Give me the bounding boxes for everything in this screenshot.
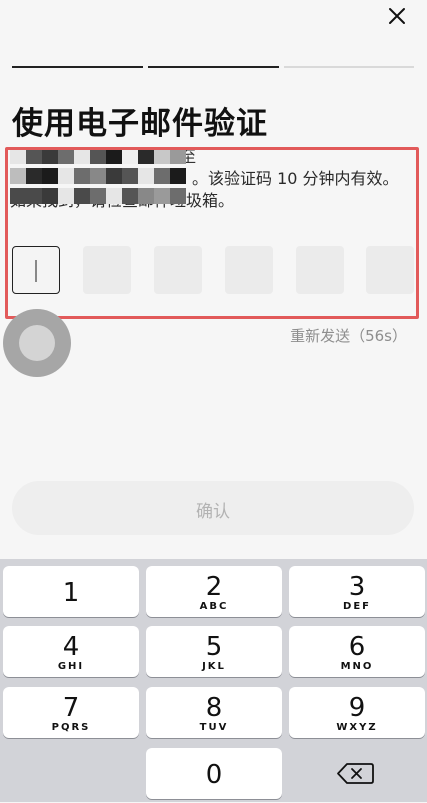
progress-step-3: [284, 66, 414, 68]
code-digit-1[interactable]: [12, 246, 60, 294]
numeric-keyboard: 1 2 ABC 3 DEF 4 GHI 5 JKL 6 MNO 7 PQRS 8…: [0, 559, 427, 802]
code-digit-4[interactable]: [225, 246, 273, 294]
step-progress: [12, 66, 414, 69]
code-digit-2[interactable]: [83, 246, 131, 294]
key-1[interactable]: 1: [3, 566, 139, 617]
highlight-box: [5, 147, 419, 319]
key-7[interactable]: 7 PQRS: [3, 687, 139, 738]
confirm-button[interactable]: 确认: [12, 481, 414, 535]
progress-step-1: [12, 66, 143, 68]
touch-indicator: [3, 309, 71, 377]
code-digit-6[interactable]: [366, 246, 414, 294]
key-8[interactable]: 8 TUV: [146, 687, 282, 738]
text-cursor: [35, 260, 37, 282]
key-6[interactable]: 6 MNO: [289, 626, 425, 677]
key-5[interactable]: 5 JKL: [146, 626, 282, 677]
backspace-icon: [337, 763, 374, 784]
code-digit-3[interactable]: [154, 246, 202, 294]
delete-key[interactable]: [289, 748, 425, 799]
page-title: 使用电子邮件验证: [12, 106, 268, 142]
close-icon: [389, 8, 405, 24]
progress-step-2: [148, 66, 279, 68]
key-0[interactable]: 0: [146, 748, 282, 799]
close-button[interactable]: [383, 2, 411, 30]
key-2[interactable]: 2 ABC: [146, 566, 282, 617]
resend-link[interactable]: 重新发送（56s）: [290, 325, 407, 346]
code-digit-5[interactable]: [296, 246, 344, 294]
confirm-button-label: 确认: [196, 502, 230, 522]
key-9[interactable]: 9 WXYZ: [289, 687, 425, 738]
key-3[interactable]: 3 DEF: [289, 566, 425, 617]
key-4[interactable]: 4 GHI: [3, 626, 139, 677]
